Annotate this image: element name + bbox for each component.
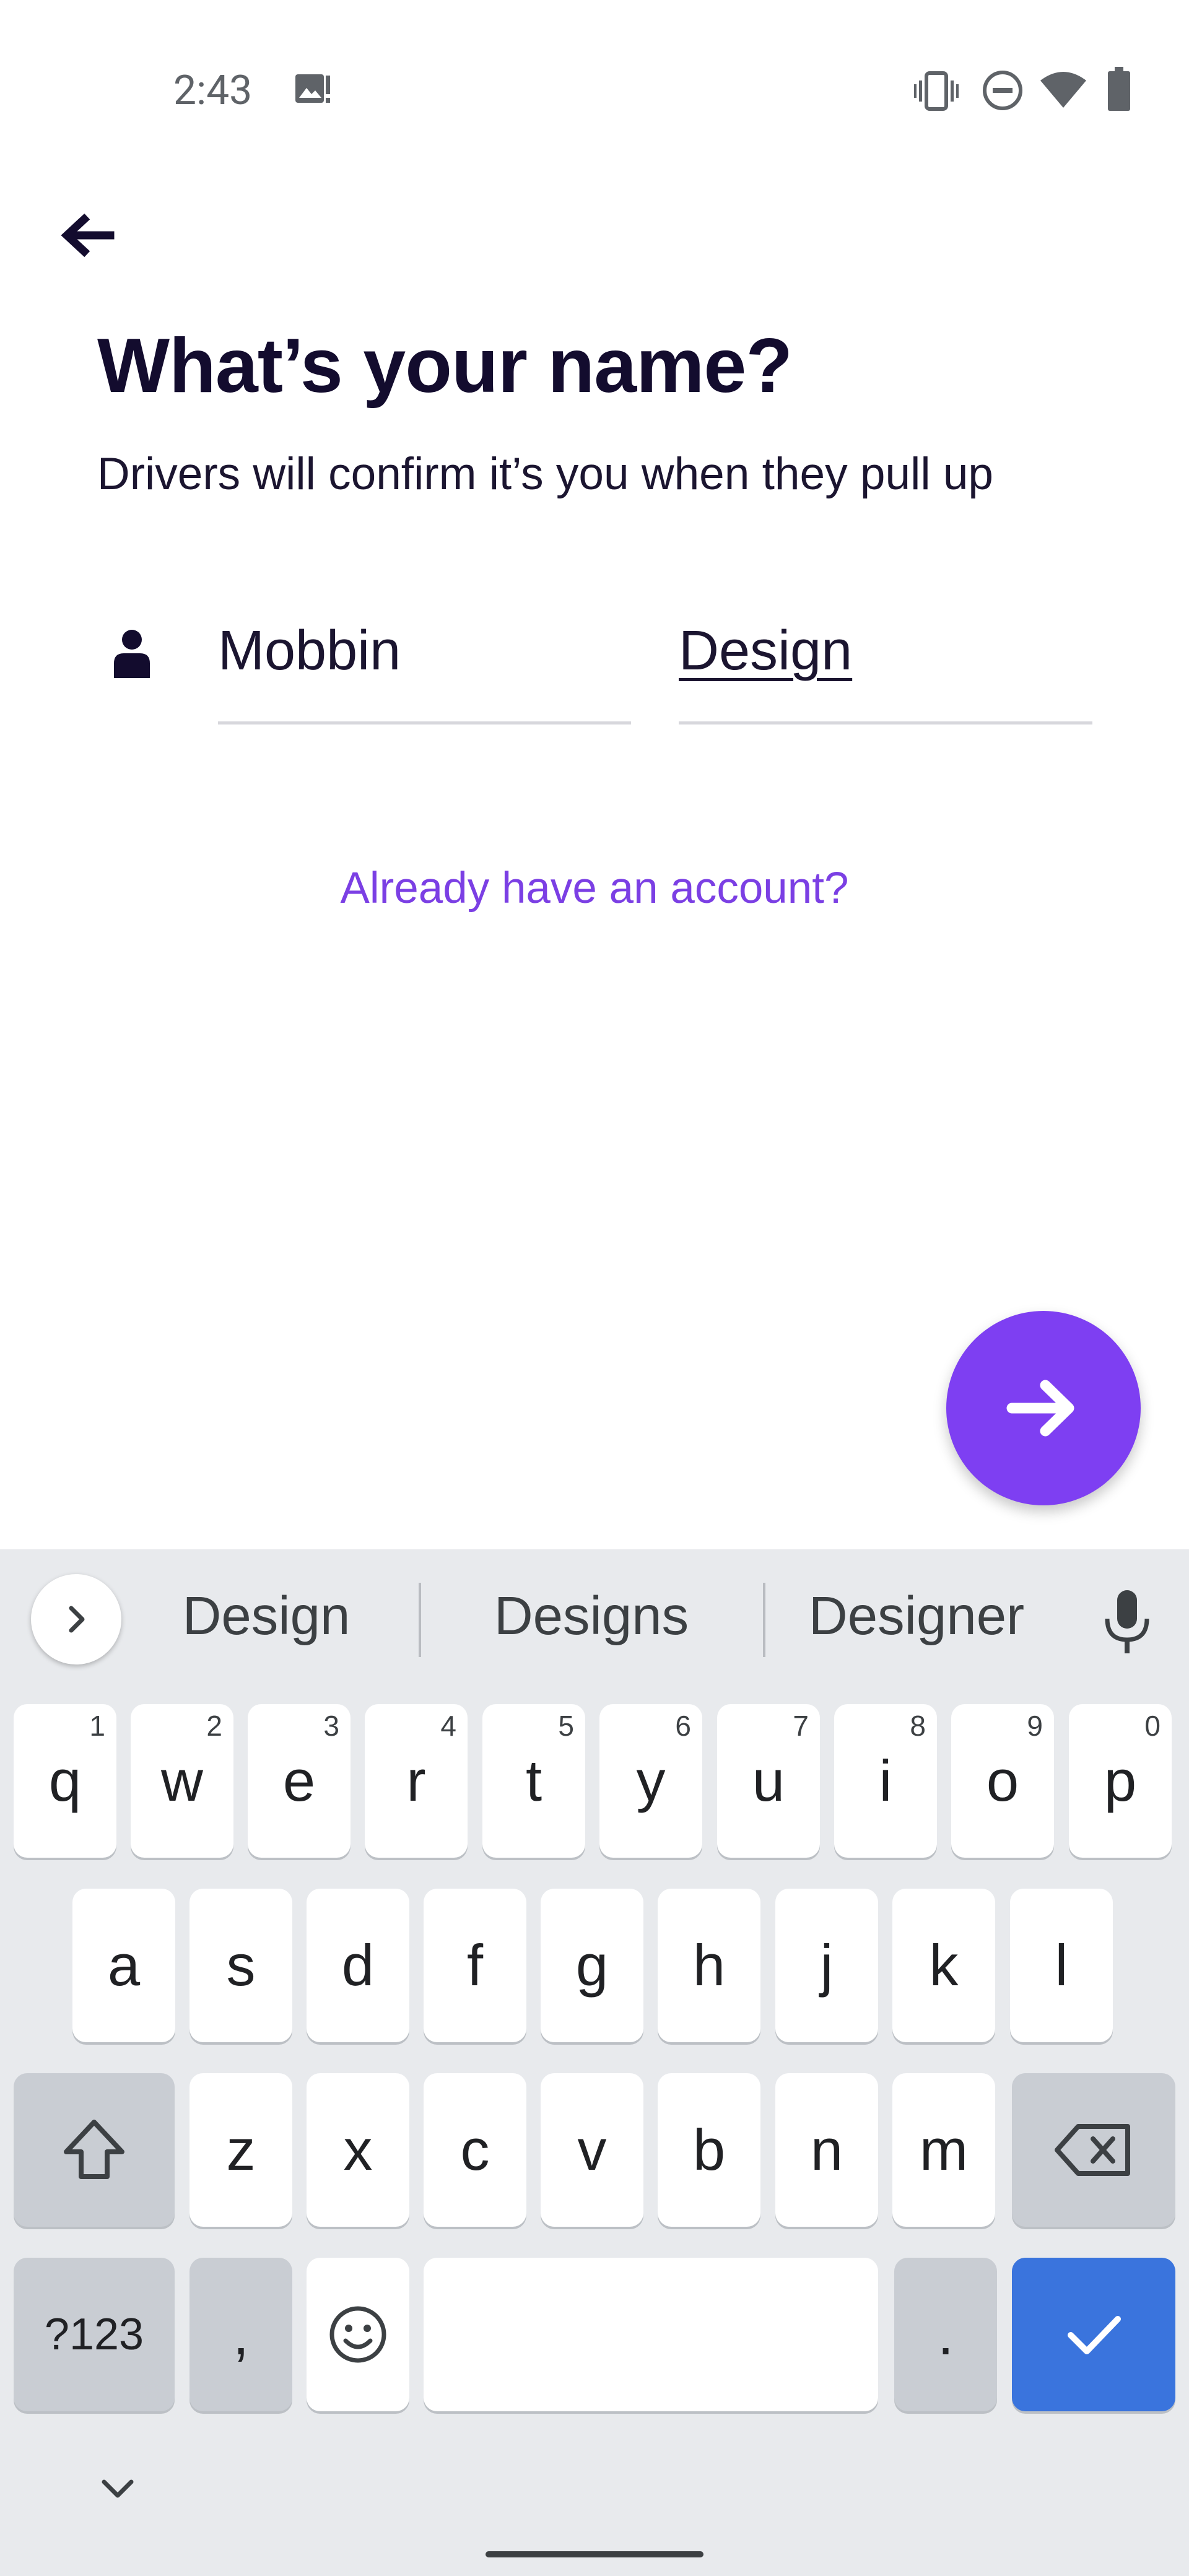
space-key[interactable]: [424, 2258, 878, 2411]
key-i[interactable]: i8: [834, 1704, 937, 1858]
key-s[interactable]: s: [189, 1889, 292, 2042]
key-p[interactable]: p0: [1069, 1704, 1172, 1858]
shift-icon: [64, 2120, 124, 2179]
key-label: o: [986, 1748, 1019, 1813]
suggestion-expand-button[interactable]: [31, 1574, 121, 1664]
key-t[interactable]: t5: [482, 1704, 585, 1858]
done-key[interactable]: [1012, 2258, 1175, 2411]
key-label: u: [752, 1748, 785, 1813]
key-v[interactable]: v: [541, 2073, 643, 2227]
key-label: y: [636, 1748, 666, 1813]
keyboard: [0, 1549, 1189, 2576]
key-label: w: [161, 1748, 203, 1813]
last-name-value: Design: [679, 620, 853, 682]
home-indicator[interactable]: [486, 2551, 703, 2557]
first-name-value: Mobbin: [218, 620, 401, 682]
suggestion-1[interactable]: Design: [149, 1585, 384, 1647]
key-label: e: [282, 1748, 316, 1813]
checkmark-icon: [1068, 2316, 1121, 2354]
last-name-field[interactable]: Design: [679, 607, 1092, 724]
key-hint: 0: [1144, 1710, 1161, 1742]
last-name-underline: [679, 721, 1092, 724]
next-button[interactable]: [946, 1311, 1141, 1505]
key-h[interactable]: h: [658, 1889, 760, 2042]
suggestion-divider: [419, 1583, 421, 1657]
battery-icon: [1108, 67, 1130, 111]
first-name-underline: [218, 721, 631, 724]
key-label: q: [48, 1748, 82, 1813]
suggestion-3[interactable]: Designer: [793, 1585, 1040, 1647]
page-title: What’s your name?: [97, 323, 793, 409]
gallery-alert-icon: [295, 74, 330, 103]
key-hint: 6: [675, 1710, 691, 1742]
key-q[interactable]: q1: [14, 1704, 116, 1858]
key-j[interactable]: j: [775, 1889, 878, 2042]
person-icon: [114, 630, 150, 678]
back-button[interactable]: [56, 204, 118, 266]
vibrate-icon: [914, 71, 959, 111]
key-y[interactable]: y6: [599, 1704, 702, 1858]
key-e[interactable]: e3: [248, 1704, 351, 1858]
chevron-right-icon: [69, 1606, 85, 1633]
do-not-disturb-icon: [983, 71, 1022, 110]
key-f[interactable]: f: [424, 1889, 526, 2042]
key-r[interactable]: r4: [365, 1704, 468, 1858]
period-key[interactable]: .: [894, 2258, 997, 2411]
key-hint: 4: [440, 1710, 456, 1742]
wifi-icon: [1040, 72, 1086, 108]
suggestion-divider: [763, 1583, 765, 1657]
key-o[interactable]: o9: [951, 1704, 1054, 1858]
key-u[interactable]: u7: [717, 1704, 820, 1858]
key-label: p: [1104, 1748, 1137, 1813]
key-m[interactable]: m: [892, 2073, 995, 2227]
key-x[interactable]: x: [307, 2073, 409, 2227]
backspace-key[interactable]: [1012, 2073, 1175, 2227]
key-hint: 1: [89, 1710, 105, 1742]
key-g[interactable]: g: [541, 1889, 643, 2042]
key-label: t: [525, 1748, 542, 1813]
arrow-right-icon: [1006, 1380, 1074, 1437]
key-hint: 2: [206, 1710, 222, 1742]
key-k[interactable]: k: [892, 1889, 995, 2042]
key-a[interactable]: a: [72, 1889, 175, 2042]
key-hint: 9: [1027, 1710, 1043, 1742]
key-l[interactable]: l: [1010, 1889, 1113, 2042]
emoji-key[interactable]: [307, 2258, 409, 2411]
key-d[interactable]: d: [307, 1889, 409, 2042]
key-n[interactable]: n: [775, 2073, 878, 2227]
key-label: r: [406, 1748, 426, 1813]
chevron-down-icon[interactable]: [93, 2471, 142, 2508]
key-b[interactable]: b: [658, 2073, 760, 2227]
suggestion-2[interactable]: Designs: [464, 1585, 718, 1647]
symbols-key[interactable]: ?123: [14, 2258, 175, 2411]
already-have-account-link[interactable]: Already have an account?: [0, 863, 1189, 913]
backspace-icon: [1055, 2124, 1130, 2176]
key-hint: 5: [558, 1710, 574, 1742]
comma-key[interactable]: ,: [189, 2258, 292, 2411]
status-time: 2:43: [173, 67, 253, 115]
arrow-left-icon: [61, 213, 115, 258]
microphone-icon[interactable]: [1100, 1588, 1154, 1656]
shift-key[interactable]: [14, 2073, 175, 2227]
key-w[interactable]: w2: [131, 1704, 233, 1858]
page-subtitle: Drivers will confirm it’s you when they …: [97, 449, 994, 499]
key-c[interactable]: c: [424, 2073, 526, 2227]
first-name-field[interactable]: Mobbin: [218, 607, 631, 724]
key-label: i: [879, 1748, 892, 1813]
key-hint: 7: [793, 1710, 809, 1742]
key-z[interactable]: z: [189, 2073, 292, 2227]
key-hint: 3: [323, 1710, 339, 1742]
key-hint: 8: [910, 1710, 926, 1742]
emoji-icon: [329, 2306, 386, 2363]
